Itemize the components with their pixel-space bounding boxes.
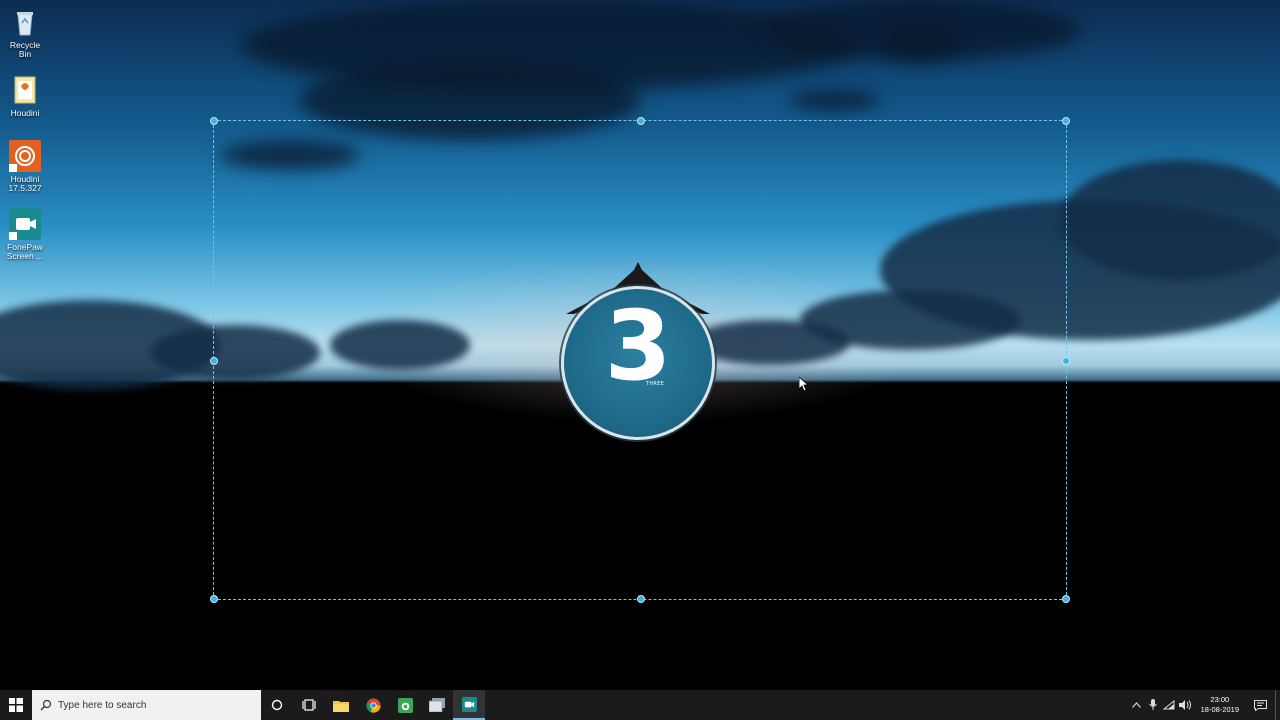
mouse-cursor-icon [799, 377, 809, 392]
desktop-icon-recycle-bin[interactable]: Recycle Bin [3, 6, 47, 59]
resize-handle-right[interactable] [1062, 357, 1070, 365]
chrome-icon [365, 697, 381, 713]
cortana-button[interactable] [261, 690, 293, 720]
search-icon [40, 699, 52, 711]
show-hidden-icons-chevron-up-icon[interactable] [1129, 690, 1145, 720]
resize-handle-bottom-left[interactable] [210, 595, 218, 603]
desktop-icon-houdini-17[interactable]: Houdini 17.5.327 [3, 140, 47, 193]
resize-handle-left[interactable] [210, 357, 218, 365]
resize-handle-bottom[interactable] [637, 595, 645, 603]
taskbar-chrome[interactable] [357, 690, 389, 720]
clock-time: 23:00 [1210, 695, 1230, 704]
system-tray: 23:00 18-08-2019 [1129, 690, 1280, 720]
taskbar: Type here to search 23:00 18-08-2019 [0, 690, 1280, 720]
desktop-icon-fonepaw[interactable]: FonePaw Screen ... [3, 208, 47, 261]
taskbar-window-app[interactable] [421, 690, 453, 720]
green-app-icon [397, 697, 413, 713]
window-stack-icon [429, 698, 445, 712]
resize-handle-top-right[interactable] [1062, 117, 1070, 125]
start-button[interactable] [0, 690, 32, 720]
cortana-circle-icon [271, 699, 283, 711]
desktop-icon-label: Houdini 17.5.327 [8, 174, 42, 193]
task-view-icon [302, 699, 316, 711]
resize-handle-top[interactable] [637, 117, 645, 125]
houdini-app-icon [9, 140, 41, 172]
task-view-button[interactable] [293, 690, 325, 720]
microphone-icon[interactable] [1145, 690, 1161, 720]
windows-logo-icon [9, 698, 23, 712]
desktop-icon-houdini[interactable]: Houdini [3, 74, 47, 118]
taskbar-fonepaw-active[interactable] [453, 690, 485, 720]
taskbar-search-box[interactable]: Type here to search [32, 690, 261, 720]
desktop-wallpaper: Recycle Bin Houdini Houdini 17.5.327 Fon… [0, 0, 1280, 690]
recording-countdown: 3 THREE [560, 262, 716, 440]
clock-date: 18-08-2019 [1200, 705, 1239, 714]
search-placeholder: Type here to search [58, 699, 147, 711]
fonepaw-recorder-icon [9, 208, 41, 240]
desktop-icon-label: FonePaw Screen ... [6, 242, 44, 261]
taskbar-green-app[interactable] [389, 690, 421, 720]
resize-handle-bottom-right[interactable] [1062, 595, 1070, 603]
desktop-icon-label: Recycle Bin [9, 40, 41, 59]
folder-icon [333, 700, 349, 712]
resize-handle-top-left[interactable] [210, 117, 218, 125]
volume-icon[interactable] [1177, 690, 1193, 720]
taskbar-clock[interactable]: 23:00 18-08-2019 [1193, 695, 1247, 715]
fonepaw-recorder-icon [461, 696, 477, 712]
countdown-digit: 3 [604, 290, 672, 402]
recycle-bin-icon [9, 6, 41, 38]
houdini-folder-icon [9, 74, 41, 106]
action-center-notification-icon[interactable] [1247, 690, 1273, 720]
show-desktop-button[interactable] [1275, 690, 1280, 720]
countdown-word: THREE [646, 381, 665, 387]
wifi-icon[interactable] [1161, 690, 1177, 720]
desktop-icon-label: Houdini [10, 108, 40, 118]
taskbar-file-explorer[interactable] [325, 690, 357, 720]
